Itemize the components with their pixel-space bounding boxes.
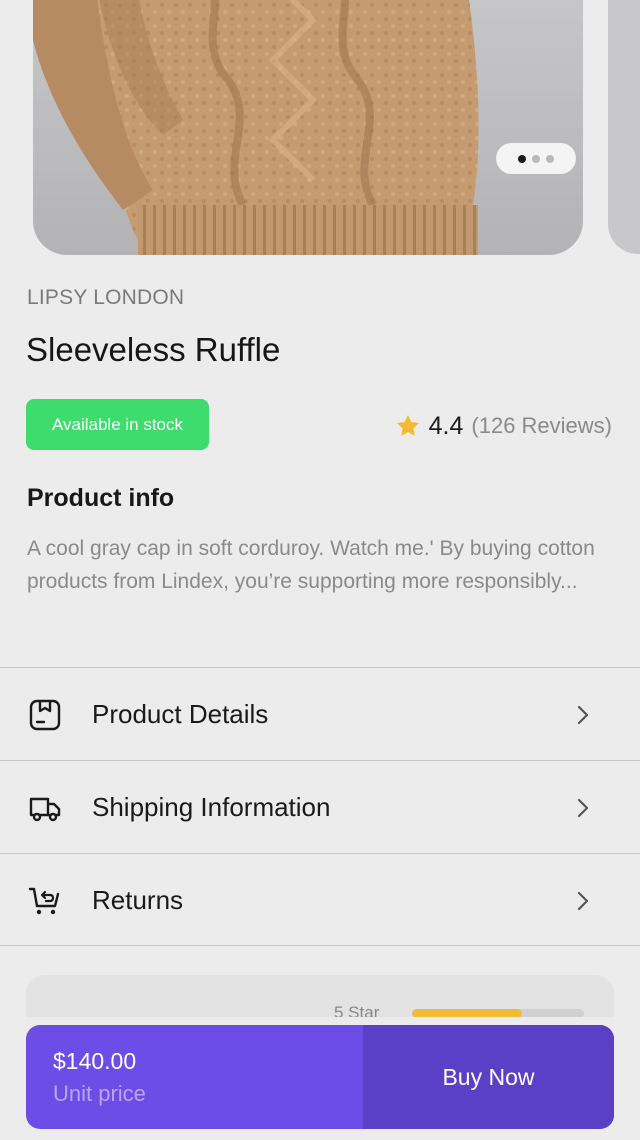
return-cart-icon xyxy=(28,887,60,915)
purchase-bar: $140.00 Unit price Buy Now xyxy=(26,1025,614,1129)
truck-icon xyxy=(29,797,61,822)
package-box-icon xyxy=(29,699,61,731)
review-count[interactable]: (126 Reviews) xyxy=(471,413,612,439)
pager-dot-2[interactable] xyxy=(532,154,540,163)
unit-price-label: Unit price xyxy=(53,1080,146,1106)
star-icon xyxy=(396,414,419,436)
sweater-illustration xyxy=(33,0,479,255)
carousel-pager[interactable] xyxy=(496,143,576,174)
menu-label-shipping-information: Shipping Information xyxy=(92,792,331,822)
chevron-right-icon xyxy=(577,798,589,818)
menu-row-returns[interactable]: Returns xyxy=(0,853,640,946)
product-image[interactable] xyxy=(33,0,583,255)
image-carousel[interactable] xyxy=(0,0,640,256)
chevron-right-icon xyxy=(577,705,589,725)
pager-dot-3[interactable] xyxy=(546,154,554,163)
menu-label-returns: Returns xyxy=(92,885,184,915)
brand-name: LIPSY LONDON xyxy=(27,286,185,309)
menu-row-product-details[interactable]: Product Details xyxy=(0,667,640,760)
menu-row-shipping-information[interactable]: Shipping Information xyxy=(0,760,640,853)
rating-summary[interactable]: 4.4 (126 Reviews) xyxy=(395,410,612,442)
rating-score: 4.4 xyxy=(428,411,464,440)
stock-status-badge: Available in stock xyxy=(26,399,209,450)
chevron-right-icon xyxy=(577,891,589,911)
product-description: A cool gray cap in soft corduroy. Watch … xyxy=(27,537,595,593)
product-info-heading: Product info xyxy=(27,484,175,512)
menu-label-product-details: Product Details xyxy=(92,699,269,729)
unit-price-value: $140.00 xyxy=(53,1047,137,1074)
price-block: $140.00 Unit price xyxy=(26,1025,363,1129)
buy-now-button[interactable]: Buy Now xyxy=(363,1025,614,1129)
product-menu: Product Details Shipping Information Ret… xyxy=(0,667,640,946)
next-product-image[interactable] xyxy=(608,0,640,254)
product-title: Sleeveless Ruffle xyxy=(26,331,281,368)
pager-dot-1[interactable] xyxy=(518,154,526,163)
